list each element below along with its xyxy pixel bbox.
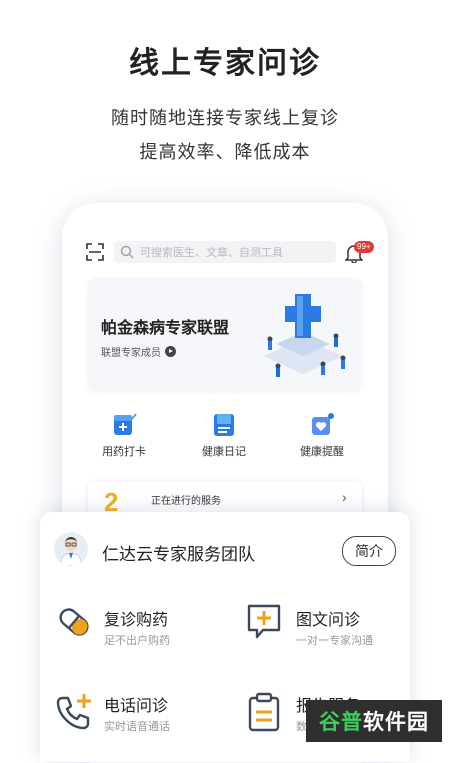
banner-title: 帕金森病专家联盟 (101, 320, 230, 337)
banner-card[interactable]: 帕金森病专家联盟 联盟专家成员 (88, 278, 362, 390)
phone-plus-icon (56, 694, 91, 730)
search-input[interactable]: 可搜索医生、文章、自测工具 (114, 241, 336, 263)
feature-desc: 实时语音通话 (104, 721, 170, 733)
banner-subtitle-link[interactable]: 联盟专家成员 (101, 344, 176, 359)
hero-subtitle-line2: 提高效率、降低成本 (139, 142, 311, 162)
scan-icon[interactable] (86, 243, 104, 261)
quick-action-label: 健康日记 (202, 446, 246, 458)
quick-action-label: 用药打卡 (102, 446, 146, 458)
watermark-part2: 软件园 (363, 711, 429, 734)
search-placeholder: 可搜索医生、文章、自测工具 (140, 247, 283, 259)
play-icon (165, 346, 176, 357)
feature-title[interactable]: 电话问诊 (104, 692, 168, 716)
pill-icon (59, 608, 89, 636)
feature-desc: 一对一专家沟通 (296, 635, 373, 647)
search-icon (120, 245, 134, 259)
team-name: 仁达云专家服务团队 (102, 545, 255, 564)
quick-action-medication[interactable]: 用药打卡 (84, 411, 164, 459)
quick-action-diary[interactable]: 健康日记 (184, 411, 264, 459)
medical-cross-illustration (263, 294, 346, 377)
feature-desc: 足不出户购药 (104, 635, 170, 647)
health-diary-icon (214, 414, 234, 436)
health-reminder-icon (312, 413, 334, 435)
hero-subtitle-line1: 随时随地连接专家线上复诊 (111, 108, 339, 128)
feature-title[interactable]: 复诊购药 (104, 606, 168, 630)
doctor-avatar (54, 532, 88, 566)
banner-subtitle: 联盟专家成员 (101, 348, 161, 359)
intro-button[interactable]: 简介 (342, 536, 396, 566)
quick-action-reminder[interactable]: 健康提醒 (282, 411, 362, 459)
chevron-right-icon: › (342, 489, 347, 505)
notification-badge: 99+ (354, 241, 374, 253)
clipboard-icon (248, 692, 280, 732)
chat-plus-icon (247, 604, 281, 639)
watermark-part1: 谷普 (319, 711, 363, 734)
medication-checkin-icon (114, 413, 137, 435)
page-title: 线上专家问诊 (129, 47, 321, 80)
watermark-logo: 谷普软件园 (306, 700, 442, 742)
feature-title[interactable]: 图文问诊 (296, 606, 360, 630)
quick-action-label: 健康提醒 (300, 446, 344, 458)
service-label: 正在进行的服务 (151, 496, 221, 507)
